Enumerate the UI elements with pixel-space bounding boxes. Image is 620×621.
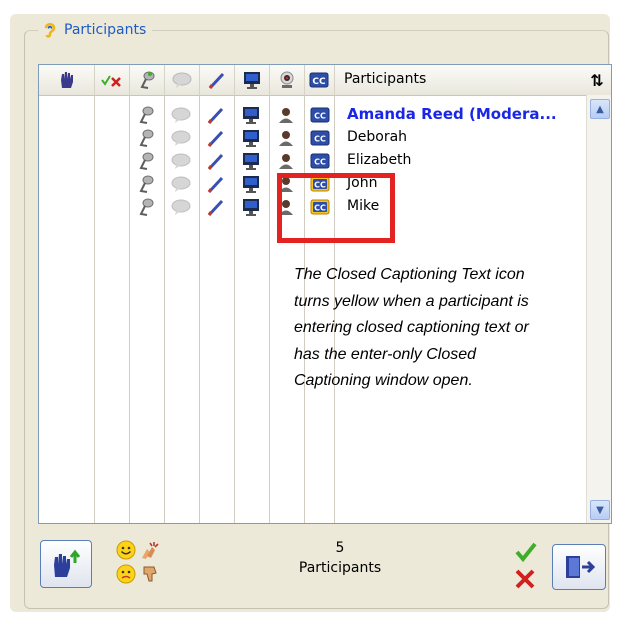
- raise-hand-button[interactable]: [40, 540, 92, 588]
- webcam-icon[interactable]: [271, 126, 301, 149]
- chat-icon[interactable]: [166, 149, 196, 172]
- participants-ear-icon: [44, 22, 56, 38]
- monitor-icon[interactable]: [236, 103, 266, 126]
- thumbs-down-icon[interactable]: [140, 564, 160, 584]
- scroll-up-button[interactable]: ▲: [590, 99, 610, 119]
- list-header: CC Participants ⇅: [39, 65, 611, 96]
- pen-icon[interactable]: [201, 126, 231, 149]
- participant-count-number: 5: [335, 540, 345, 556]
- smiley-icon[interactable]: [116, 540, 136, 560]
- monitor-icon[interactable]: [236, 195, 266, 218]
- svg-text:CC: CC: [314, 111, 326, 120]
- microphone-icon[interactable]: [131, 172, 161, 195]
- chat-icon[interactable]: [166, 195, 196, 218]
- chat-icon[interactable]: [166, 126, 196, 149]
- group-legend: Participants: [38, 18, 153, 42]
- disagree-x-icon[interactable]: [514, 568, 536, 590]
- closed-captioning-icon[interactable]: CC: [305, 149, 335, 172]
- leave-session-button[interactable]: [552, 544, 606, 590]
- microphone-icon[interactable]: [131, 126, 161, 149]
- monitor-icon[interactable]: [236, 172, 266, 195]
- agree-check-icon[interactable]: [514, 540, 538, 564]
- participant-count: 5 Participants: [250, 538, 430, 578]
- participant-name: Elizabeth: [347, 152, 412, 168]
- exit-door-icon: [566, 556, 596, 578]
- monitor-icon: [243, 72, 260, 89]
- feedback-icons: [116, 540, 162, 586]
- chat-icon[interactable]: [166, 172, 196, 195]
- chat-icon: [172, 72, 191, 88]
- monitor-icon[interactable]: [236, 126, 266, 149]
- pen-icon[interactable]: [201, 195, 231, 218]
- annotation-text: The Closed Captioning Text icon turns ye…: [294, 266, 529, 389]
- participants-column-header[interactable]: Participants: [344, 71, 426, 87]
- pen-icon[interactable]: [201, 172, 231, 195]
- participant-name: Amanda Reed (Modera...: [347, 105, 557, 123]
- svg-text:CC: CC: [314, 134, 326, 143]
- pen-icon: [208, 72, 224, 90]
- chevron-down-icon: ▼: [596, 504, 604, 516]
- pen-icon[interactable]: [201, 149, 231, 172]
- col-status[interactable]: [94, 65, 130, 95]
- participant-name: Deborah: [347, 129, 408, 145]
- scroll-down-button[interactable]: ▼: [590, 500, 610, 520]
- col-webcam[interactable]: [269, 65, 305, 95]
- microphone-icon[interactable]: [131, 195, 161, 218]
- col-raise-hand[interactable]: [39, 65, 95, 95]
- sort-arrows-icon: ⇅: [590, 70, 604, 90]
- monitor-icon[interactable]: [236, 149, 266, 172]
- cc-highlight-box: [277, 173, 395, 243]
- closed-captioning-icon: CC: [309, 72, 329, 88]
- closed-captioning-icon[interactable]: CC: [305, 103, 335, 126]
- microphone-icon[interactable]: [131, 149, 161, 172]
- pen-icon[interactable]: [201, 103, 231, 126]
- col-microphone[interactable]: [129, 65, 165, 95]
- microphone-icon[interactable]: [131, 103, 161, 126]
- status-check-x-icon: [100, 75, 121, 87]
- webcam-icon[interactable]: [271, 103, 301, 126]
- group-title: Participants: [64, 22, 147, 38]
- closed-captioning-icon[interactable]: CC: [305, 126, 335, 149]
- col-captioning[interactable]: CC: [304, 65, 335, 95]
- confused-face-icon[interactable]: [116, 564, 136, 584]
- participant-row[interactable]: CC Amanda Reed (Modera...: [39, 103, 579, 126]
- applause-icon[interactable]: [138, 540, 160, 560]
- participant-count-label: Participants: [298, 560, 382, 576]
- participant-row[interactable]: CC Elizabeth: [39, 149, 579, 172]
- vertical-scrollbar[interactable]: ▲ ▼: [586, 95, 611, 523]
- participant-row[interactable]: CC Deborah: [39, 126, 579, 149]
- webcam-icon[interactable]: [271, 149, 301, 172]
- chat-icon[interactable]: [166, 103, 196, 126]
- svg-text:CC: CC: [314, 157, 326, 166]
- raise-hand-icon: [60, 72, 73, 88]
- raise-hand-up-icon: [54, 549, 81, 577]
- microphone-icon: [140, 71, 154, 89]
- col-pen[interactable]: [199, 65, 235, 95]
- svg-text:CC: CC: [312, 77, 326, 87]
- sort-button[interactable]: ⇅: [583, 65, 611, 95]
- webcam-icon: [280, 71, 293, 88]
- chevron-up-icon: ▲: [596, 103, 604, 115]
- col-desktop[interactable]: [234, 65, 270, 95]
- col-chat[interactable]: [164, 65, 200, 95]
